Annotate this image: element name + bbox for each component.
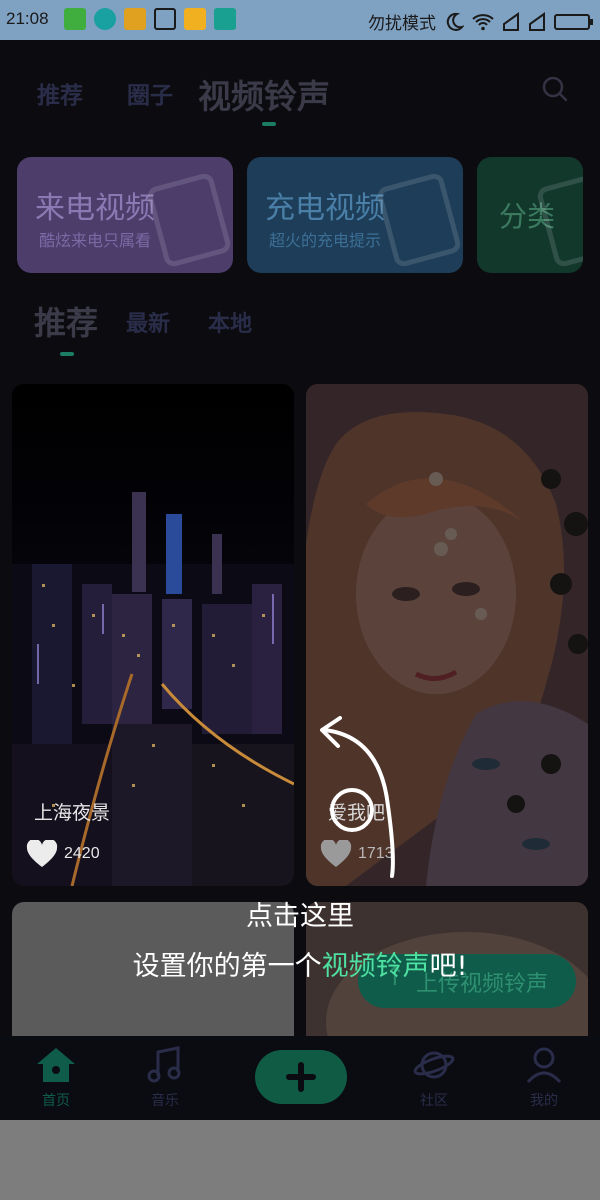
search-icon[interactable] [542,76,568,102]
subtab-recommend[interactable]: 推荐 [34,298,98,344]
bottom-tab-bar: 首页 音乐 社区 我的 [0,1036,600,1120]
tab-mine[interactable]: 我的 [504,1046,584,1110]
home-icon [37,1048,75,1082]
guide-prefix: 设置你的第一个 [132,951,322,982]
signal-icon [503,11,519,31]
sub-tabs: 推荐 最新 本地 [0,290,600,360]
like-count: 2420 [64,845,100,862]
category-subtitle: 酷炫来电只属看 [39,231,152,250]
tab-home[interactable]: 首页 [16,1046,96,1110]
status-right: 勿扰模式 [368,9,593,34]
guide-arrow [320,716,395,878]
top-nav: 推荐 圈子 视频铃声 [0,40,600,140]
phone-icon [375,171,463,269]
tab-label: 社区 [420,1093,448,1109]
status-bar: 21:08 勿扰模式 [0,0,600,40]
category-charging[interactable]: 充电视频 超火的充电提示 [247,157,463,273]
subtab-latest[interactable]: 最新 [126,306,170,338]
planet-icon [413,1051,455,1079]
tab-circle[interactable]: 圈子 [127,76,173,110]
moon-icon [446,12,464,31]
tab-recommend[interactable]: 推荐 [37,76,83,110]
app-screen: 推荐 圈子 视频铃声 来电视频 酷炫来电只属看 充电视频 超火的充电提示 分类 … [0,40,600,1120]
sync-icon [94,8,116,30]
video-title: 上海夜景 [34,802,111,824]
category-subtitle: 超火的充电提示 [269,231,382,250]
usb-icon [214,8,236,30]
tab-indicator [262,122,276,126]
guide-line-1: 点击这里 [246,901,354,932]
signal-icon [529,11,545,31]
heart-icon[interactable] [26,840,58,868]
guide-highlight: 视频铃声 [321,951,430,982]
broom-icon [154,8,176,30]
subtab-local[interactable]: 本地 [208,306,252,338]
plus-icon [286,1062,316,1092]
category-incoming-call[interactable]: 来电视频 酷炫来电只属看 [17,157,233,273]
likes: 2420 [26,840,100,868]
folder-icon [184,8,206,30]
category-title: 充电视频 [265,191,385,226]
dnd-label: 勿扰模式 [368,14,436,34]
guide-line-2: 设置你的第一个视频铃声吧! [0,944,600,983]
add-button[interactable] [255,1050,347,1104]
wifi-icon [472,13,494,30]
music-icon [147,1046,181,1083]
tab-label: 首页 [42,1093,70,1109]
system-nav-area [0,1120,600,1200]
category-title: 来电视频 [35,191,155,226]
tab-label: 我的 [530,1093,558,1109]
user-icon [526,1047,562,1084]
tab-video-ringtone[interactable]: 视频铃声 [198,70,330,118]
guide-suffix: 吧! [429,951,468,982]
tab-music[interactable]: 音乐 [125,1046,205,1110]
tab-label: 音乐 [151,1093,179,1109]
android-icon [64,8,86,30]
video-card[interactable]: 上海夜景 2420 [12,384,294,886]
tab-community[interactable]: 社区 [394,1046,474,1110]
category-classify[interactable]: 分类 [477,157,583,273]
warning-icon [124,8,146,30]
phone-icon [145,171,233,269]
subtab-indicator [60,352,74,356]
status-time: 21:08 [6,9,49,28]
battery-icon [554,13,593,30]
